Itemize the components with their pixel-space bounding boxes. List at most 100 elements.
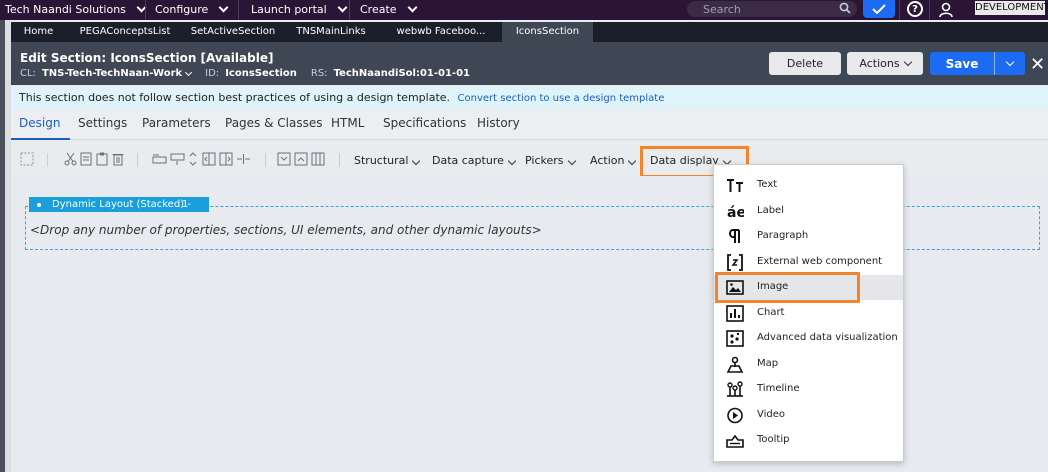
timeline-icon — [727, 381, 743, 397]
unwrap-layout-icon[interactable] — [294, 152, 308, 166]
tab-parameters[interactable]: Parameters — [142, 116, 211, 130]
tab-pegaconceptslist[interactable]: PEGAConceptsList — [67, 22, 183, 42]
svg-text:áe: áe — [727, 205, 744, 220]
menu-item-label[interactable]: áe Label — [714, 199, 903, 224]
check-icon — [872, 4, 886, 14]
org-menu[interactable]: Tech Naandi Solutions — [5, 2, 147, 16]
add-row-icon[interactable] — [152, 152, 167, 166]
menu-item-timeline[interactable]: Timeline — [714, 377, 903, 402]
save-button[interactable]: Save — [930, 52, 994, 75]
environment-badge: DEVELOPMENT — [975, 1, 1048, 15]
menu-item-label: Text — [757, 179, 778, 190]
chevron-down-icon — [218, 2, 229, 12]
chevron-down-icon — [628, 156, 637, 166]
page-title: Edit Section: IconsSection [Available] — [20, 51, 274, 65]
structural-menu[interactable]: Structural — [354, 154, 421, 167]
menu-item-video[interactable]: Video — [714, 403, 903, 428]
add-row-below-icon[interactable] — [170, 152, 185, 166]
delete-icon[interactable] — [112, 152, 124, 166]
tab-html[interactable]: HTML — [331, 116, 364, 130]
menu-item-label: External web component — [757, 256, 883, 267]
chevron-down-icon[interactable] — [185, 68, 193, 76]
actions-label: Actions — [859, 57, 900, 70]
dynamic-layout-header[interactable]: Dynamic Layout (Stacked) - 1 — [29, 197, 209, 212]
tab-pages-classes[interactable]: Pages & Classes — [225, 116, 323, 130]
paragraph-icon — [729, 229, 740, 243]
menu-item-label: Video — [757, 409, 786, 420]
document-tabs: Home PEGAConceptsList SetActiveSection T… — [11, 22, 1048, 42]
menu-item-label: Chart — [757, 307, 785, 318]
pickers-menu[interactable]: Pickers — [525, 154, 576, 167]
menu-item-paragraph[interactable]: Paragraph — [714, 224, 903, 249]
check-button[interactable] — [863, 0, 895, 18]
menu-item-chart[interactable]: Chart — [714, 301, 903, 326]
class-value[interactable]: TNS-Tech-TechNaan-Work — [42, 68, 182, 79]
tab-home[interactable]: Home — [11, 22, 66, 42]
create-menu[interactable]: Create — [360, 2, 418, 16]
dynamic-layout-count: 1 — [182, 199, 189, 210]
tab-webwb-facebook[interactable]: webwb Faceboo... — [380, 22, 502, 42]
tab-setactivesection[interactable]: SetActiveSection — [184, 22, 282, 42]
chevron-down-icon — [412, 156, 421, 166]
menu-item-label: Map — [757, 358, 779, 369]
tab-tnsmainlinks[interactable]: TNSMainLinks — [283, 22, 379, 42]
actions-button[interactable]: Actions — [847, 52, 923, 75]
menu-item-label: Tooltip — [757, 434, 790, 445]
tab-history[interactable]: History — [477, 116, 520, 130]
split-column-icon[interactable] — [236, 152, 251, 166]
rule-form-tabs: Design Settings Parameters Pages & Class… — [11, 110, 1048, 140]
move-up-down-icon[interactable] — [189, 152, 197, 166]
data-capture-menu[interactable]: Data capture — [432, 154, 517, 167]
create-label: Create — [360, 3, 397, 16]
delete-button[interactable]: Delete — [769, 52, 841, 75]
wrap-layout-icon[interactable] — [277, 152, 291, 166]
menu-item-text[interactable]: Text — [714, 173, 903, 198]
tab-specifications[interactable]: Specifications — [383, 116, 466, 130]
paste-icon[interactable] — [96, 152, 108, 166]
tab-design[interactable]: Design — [19, 116, 60, 130]
close-icon[interactable]: ✕ — [1030, 54, 1045, 75]
copy-icon[interactable] — [80, 152, 92, 166]
tab-settings[interactable]: Settings — [78, 116, 127, 130]
save-options-button[interactable] — [994, 52, 1025, 75]
launch-portal-menu[interactable]: Launch portal — [251, 2, 348, 16]
help-icon[interactable]: ? — [907, 1, 923, 17]
chevron-down-icon — [337, 2, 348, 12]
id-value: IconsSection — [225, 68, 297, 79]
menu-item-label: Paragraph — [757, 230, 809, 241]
menu-item-map[interactable]: Map — [714, 352, 903, 377]
configure-menu[interactable]: Configure — [155, 2, 229, 16]
cut-icon[interactable] — [64, 152, 77, 166]
cl-label: CL: — [20, 68, 36, 79]
divider — [349, 0, 350, 20]
map-icon — [726, 356, 744, 373]
add-column-right-icon[interactable] — [219, 152, 233, 166]
tab-iconssection[interactable]: IconsSection — [502, 22, 593, 42]
active-tab-indicator — [11, 138, 70, 140]
rs-label: RS: — [310, 68, 328, 79]
chevron-down-icon — [1005, 57, 1015, 66]
convert-section-link[interactable]: Convert section to use a design template — [458, 93, 665, 104]
info-banner: This section does not follow section bes… — [11, 87, 1048, 109]
configure-label: Configure — [155, 3, 209, 16]
divider — [929, 0, 930, 20]
video-icon — [727, 407, 743, 424]
advanced-visualization-icon — [726, 330, 744, 347]
ruleset-value[interactable]: TechNaandiSol:01-01-01 — [334, 68, 470, 79]
action-label: Action — [590, 154, 625, 167]
select-layout-icon[interactable] — [20, 152, 34, 166]
columns-icon[interactable] — [311, 152, 325, 166]
menu-item-label: Advanced data visualization — [757, 332, 898, 343]
action-menu[interactable]: Action — [590, 154, 637, 167]
chart-icon — [726, 305, 744, 322]
search-icon[interactable] — [839, 2, 851, 14]
pickers-label: Pickers — [525, 154, 564, 167]
menu-item-advanced-data-visualization[interactable]: Advanced data visualization — [714, 326, 903, 351]
id-label: ID: — [205, 68, 220, 79]
rule-header: Edit Section: IconsSection [Available] C… — [11, 42, 1048, 85]
chevron-down-icon — [507, 156, 517, 166]
user-icon[interactable] — [938, 2, 954, 18]
search-input[interactable] — [703, 1, 833, 17]
add-column-left-icon[interactable] — [202, 152, 216, 166]
menu-item-tooltip[interactable]: Tooltip — [714, 428, 903, 453]
